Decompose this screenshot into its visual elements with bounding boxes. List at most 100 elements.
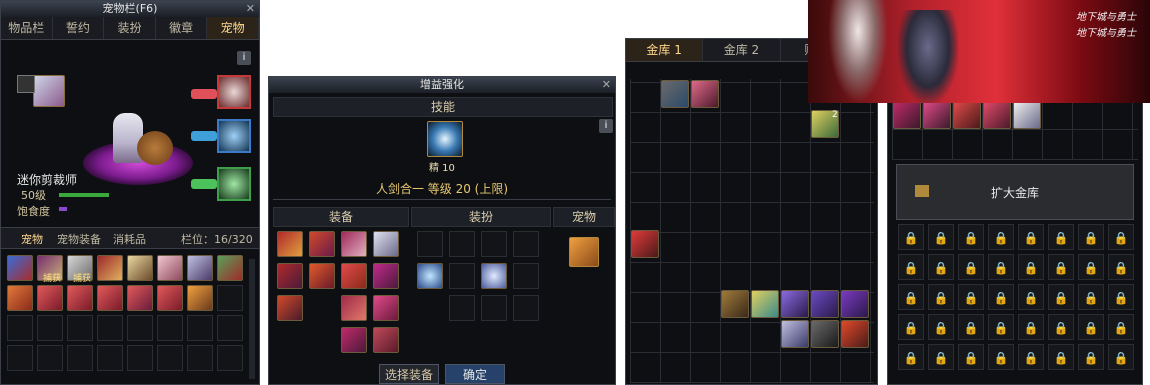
equipment-slot[interactable] xyxy=(341,327,367,353)
storage-item[interactable] xyxy=(781,290,809,318)
storage-item[interactable] xyxy=(691,80,719,108)
info-icon[interactable]: i xyxy=(599,119,613,133)
tab-inventory[interactable]: 物品栏 xyxy=(1,17,53,39)
avatar-slot[interactable] xyxy=(481,295,507,321)
select-equipment-button[interactable]: 选择装备 xyxy=(379,364,439,384)
pet-skill-button-2[interactable] xyxy=(217,119,251,153)
pet-skill-button-3[interactable] xyxy=(217,167,251,201)
avatar-slot[interactable] xyxy=(513,295,539,321)
empty-slot[interactable] xyxy=(37,345,63,371)
storage-item[interactable] xyxy=(841,290,869,318)
confirm-button[interactable]: 确定 xyxy=(445,364,505,384)
avatar-slot[interactable] xyxy=(481,231,507,257)
avatar-slot[interactable] xyxy=(449,263,475,289)
pet-slot[interactable] xyxy=(187,285,213,311)
storage-item[interactable] xyxy=(923,101,951,129)
storage-item[interactable] xyxy=(751,290,779,318)
pet-slot[interactable] xyxy=(157,285,183,311)
storage-item[interactable] xyxy=(811,290,839,318)
empty-slot[interactable] xyxy=(67,345,93,371)
avatar-slot[interactable] xyxy=(417,231,443,257)
empty-slot[interactable] xyxy=(217,345,243,371)
storage-item[interactable] xyxy=(953,101,981,129)
tab-avatar[interactable]: 装扮 xyxy=(104,17,156,39)
pet-slot[interactable] xyxy=(7,285,33,311)
close-icon[interactable]: ✕ xyxy=(246,1,255,17)
empty-slot[interactable] xyxy=(157,315,183,341)
equipment-slot[interactable] xyxy=(373,231,399,257)
storage-item[interactable] xyxy=(893,101,921,129)
pet-portrait-icon[interactable] xyxy=(33,75,65,107)
tab-gold-storage-1[interactable]: 金库 1 xyxy=(626,39,704,61)
empty-slot[interactable] xyxy=(67,315,93,341)
tab-emblem[interactable]: 徽章 xyxy=(156,17,208,39)
pet-slot[interactable] xyxy=(97,285,123,311)
pet-slot[interactable] xyxy=(157,255,183,281)
empty-slot[interactable] xyxy=(97,315,123,341)
pet-slot[interactable] xyxy=(67,285,93,311)
avatar-slot[interactable] xyxy=(513,263,539,289)
empty-slot[interactable] xyxy=(97,345,123,371)
avatar-item[interactable] xyxy=(481,263,507,289)
empty-slot[interactable] xyxy=(217,315,243,341)
skill-icon[interactable] xyxy=(427,121,463,157)
equipment-slot[interactable] xyxy=(373,327,399,353)
storage-item[interactable] xyxy=(721,290,749,318)
empty-slot[interactable] xyxy=(187,345,213,371)
subtab-pet-equipment[interactable]: 宠物装备 xyxy=(57,231,101,247)
pet-slot[interactable] xyxy=(127,255,153,281)
empty-slot[interactable] xyxy=(187,315,213,341)
buff-window-titlebar[interactable]: 增益强化 ✕ xyxy=(269,77,615,93)
avatar-slot[interactable] xyxy=(449,295,475,321)
empty-slot[interactable] xyxy=(37,315,63,341)
pet-slot[interactable] xyxy=(7,255,33,281)
pet-slot[interactable] xyxy=(187,255,213,281)
equipment-slot[interactable] xyxy=(341,231,367,257)
subtab-pet[interactable]: 宠物 xyxy=(21,231,43,247)
tab-oath[interactable]: 誓约 xyxy=(53,17,105,39)
pet-slot[interactable] xyxy=(127,285,153,311)
empty-slot[interactable] xyxy=(127,315,153,341)
pet-slot[interactable] xyxy=(97,255,123,281)
pet-window-titlebar[interactable]: 宠物栏(F6) ✕ xyxy=(1,1,259,17)
equipment-slot[interactable] xyxy=(309,231,335,257)
storage-item[interactable] xyxy=(661,80,689,108)
pet-subtabs: 宠物 宠物装备 消耗品 栏位：16/320 xyxy=(1,227,259,249)
tab-pet[interactable]: 宠物 xyxy=(207,17,259,39)
close-icon[interactable]: ✕ xyxy=(602,77,611,93)
empty-slot[interactable] xyxy=(127,345,153,371)
tab-gold-storage-2[interactable]: 金库 2 xyxy=(703,39,781,61)
empty-slot[interactable] xyxy=(217,285,243,311)
equipment-slot[interactable] xyxy=(341,295,367,321)
empty-slot[interactable] xyxy=(157,345,183,371)
avatar-item[interactable] xyxy=(417,263,443,289)
storage-item[interactable] xyxy=(1013,101,1041,129)
lock-icon: 🔒 xyxy=(1048,284,1074,310)
empty-slot[interactable] xyxy=(7,315,33,341)
lock-icon: 🔒 xyxy=(1018,254,1044,280)
equipment-slot[interactable] xyxy=(309,263,335,289)
subtab-consumables[interactable]: 消耗品 xyxy=(113,231,146,247)
storage-item[interactable] xyxy=(631,230,659,258)
pet-slot[interactable] xyxy=(37,285,63,311)
scrollbar[interactable] xyxy=(249,259,255,379)
equipment-slot[interactable] xyxy=(277,295,303,321)
equipment-slot[interactable] xyxy=(373,263,399,289)
expand-storage-button[interactable]: 扩大金库 xyxy=(896,164,1134,220)
pet-skill-button-1[interactable] xyxy=(217,75,251,109)
storage-item[interactable] xyxy=(841,320,869,348)
info-icon[interactable]: i xyxy=(237,51,251,65)
avatar-slot[interactable] xyxy=(513,231,539,257)
storage-item[interactable] xyxy=(983,101,1011,129)
pet-slot[interactable] xyxy=(217,255,243,281)
empty-slot[interactable] xyxy=(7,345,33,371)
pet-buff-slot[interactable] xyxy=(569,237,599,267)
storage-item[interactable] xyxy=(811,320,839,348)
lock-icon: 🔒 xyxy=(1078,224,1104,250)
equipment-slot[interactable] xyxy=(277,263,303,289)
equipment-slot[interactable] xyxy=(373,295,399,321)
equipment-slot[interactable] xyxy=(341,263,367,289)
avatar-slot[interactable] xyxy=(449,231,475,257)
storage-item[interactable] xyxy=(781,320,809,348)
equipment-slot[interactable] xyxy=(277,231,303,257)
